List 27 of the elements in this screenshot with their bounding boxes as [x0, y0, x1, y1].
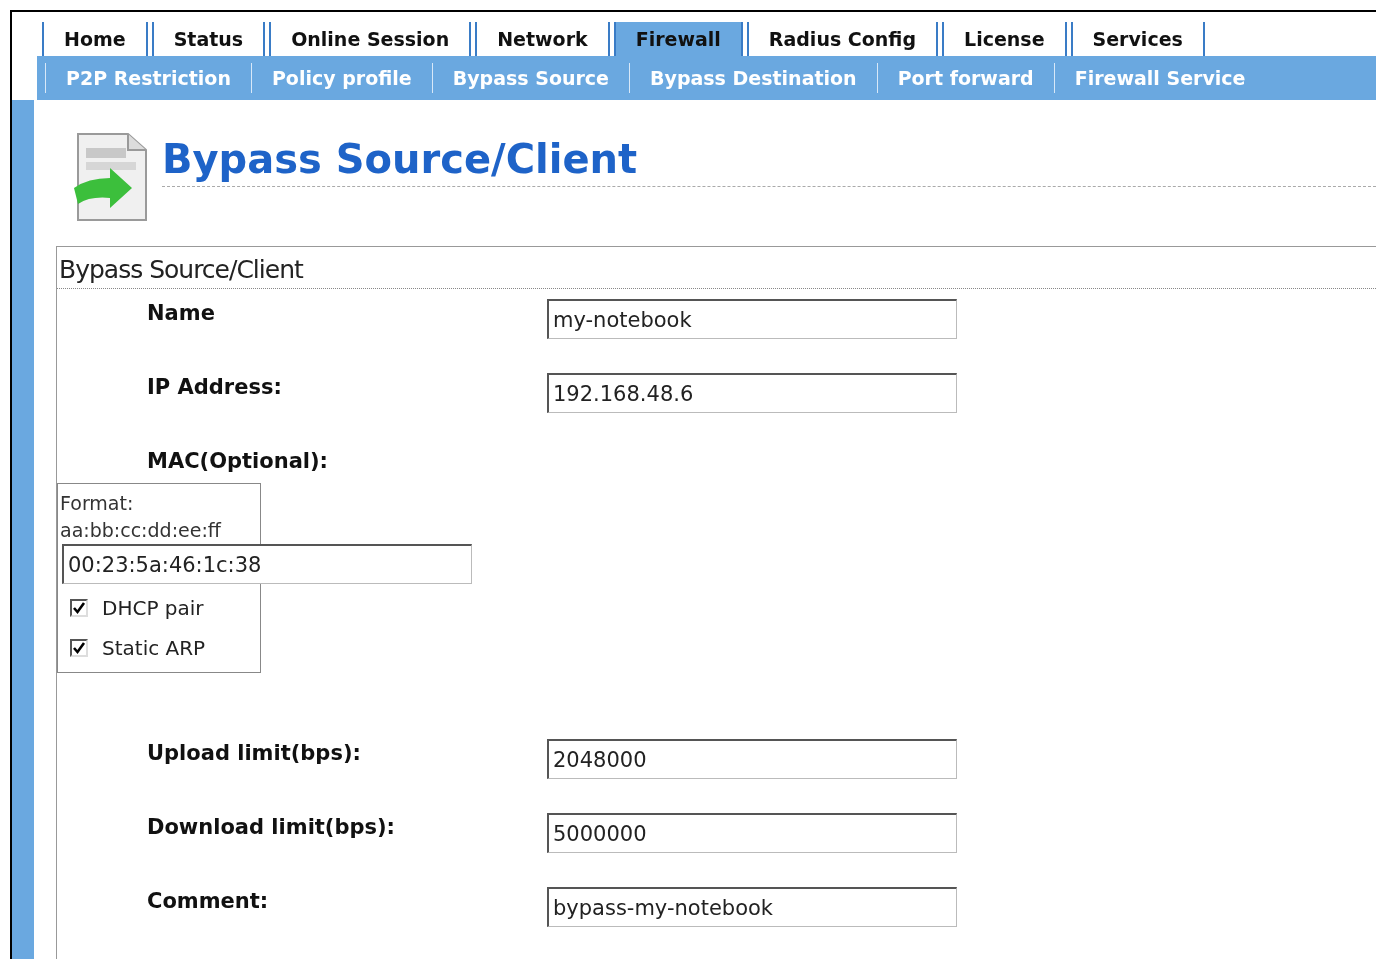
input-field[interactable]: 5000000: [547, 813, 957, 853]
nav-tab[interactable]: Firewall: [613, 22, 743, 56]
field-label: IP Address:: [146, 375, 283, 401]
field-label: Comment:: [146, 889, 270, 915]
format-hint: Format: aa:bb:cc:dd:ee:ff: [60, 491, 223, 543]
nav-tab[interactable]: Network: [475, 22, 610, 56]
checkbox-label: DHCP pair: [102, 596, 204, 620]
page-title: Bypass Source/Client: [162, 136, 1376, 187]
field-label: Name: [146, 301, 216, 327]
field-label: MAC(Optional):: [146, 449, 330, 475]
nav-tab[interactable]: Online Session: [269, 22, 472, 56]
input-field[interactable]: bypass-my-notebook: [547, 887, 957, 927]
nav-tab[interactable]: Services: [1070, 22, 1205, 56]
checkbox-label: Static ARP: [102, 636, 206, 660]
field-label: Download limit(bps):: [146, 815, 397, 841]
field-label: Upload limit(bps):: [146, 741, 362, 767]
input-field[interactable]: 192.168.48.6: [547, 373, 957, 413]
input-field[interactable]: 2048000: [547, 739, 957, 779]
section-title: Bypass Source/Client: [57, 247, 1376, 289]
nav-tab[interactable]: Home: [42, 22, 148, 56]
checkbox[interactable]: [70, 639, 88, 657]
input-field[interactable]: 00:23:5a:46:1c:38: [62, 544, 472, 584]
nav-tab[interactable]: Radius Config: [746, 22, 939, 56]
nav-tab[interactable]: License: [942, 22, 1067, 56]
nav-tab[interactable]: Status: [151, 22, 266, 56]
input-field[interactable]: my-notebook: [547, 299, 957, 339]
checkbox[interactable]: [70, 599, 88, 617]
